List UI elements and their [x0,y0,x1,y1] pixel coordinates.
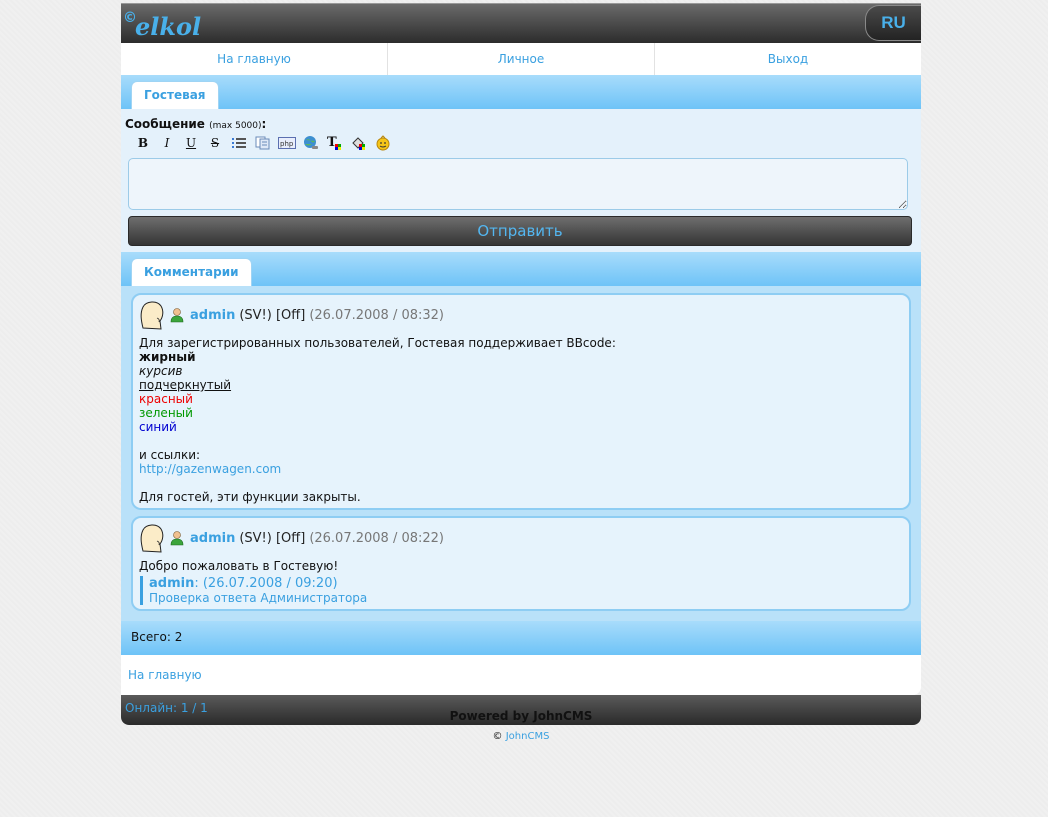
nav-logout-link[interactable]: Выход [655,43,921,75]
message-textarea[interactable] [128,158,908,210]
copyright-link[interactable]: JohnCMS [506,731,550,742]
background-color-icon[interactable] [347,134,371,152]
url-icon[interactable] [299,134,323,152]
guestbook-tabbar: Гостевая [121,75,921,109]
svg-text:elkol: elkol [135,12,201,40]
avatar-icon [140,301,164,330]
bold-icon[interactable]: B [131,134,155,152]
post-text-closing: Для гостей, эти функции закрыты. [139,490,361,504]
post-body: Для зарегистрированных пользователей, Го… [137,336,903,504]
top-nav: На главную Личное Выход [121,43,921,75]
post-text: Добро пожаловать в Гостевую! [139,559,339,573]
post-header: admin (SV!) [Off] (26.07.2008 / 08:22) [137,521,903,555]
comments-tabbar: Комментарии [121,252,921,286]
nav-home-link[interactable]: На главную [121,43,388,75]
underline-icon[interactable]: U [179,134,203,152]
post-username[interactable]: admin [190,531,235,546]
language-switch-button[interactable]: RU [865,5,921,41]
total-count: Всего: 2 [121,621,921,655]
svg-text:php: php [280,140,294,148]
post-text-bold: жирный [139,350,196,364]
text-color-icon[interactable]: T [323,134,347,152]
home-link-box: На главную [121,655,921,695]
message-limit: (max 5000) [209,121,262,131]
reply-text: Проверка ответа Администратора [149,591,368,605]
italic-icon[interactable]: I [155,134,179,152]
comments-list: admin (SV!) [Off] (26.07.2008 / 08:32) Д… [121,286,921,621]
home-link[interactable]: На главную [128,668,202,682]
comment-post: admin (SV!) [Off] (26.07.2008 / 08:32) Д… [131,293,911,510]
post-text-red: красный [139,392,193,406]
post-date: (26.07.2008 / 08:22) [309,530,444,546]
site-logo[interactable]: © elkol [123,8,223,40]
powered-by: Powered by JohnCMS [449,709,593,723]
post-text-intro: Для зарегистрированных пользователей, Го… [139,336,616,350]
php-code-icon[interactable]: php [275,134,299,152]
bbcode-toolbar: B I U S php T [131,134,917,152]
post-text-italic: курсив [139,364,183,378]
user-icon [170,531,184,546]
quote-icon[interactable] [251,134,275,152]
message-form: Сообщение (max 5000): B I U S php T Отпр… [121,109,921,252]
reply-date: : (26.07.2008 / 09:20) [194,576,338,591]
header: © elkol RU [121,3,921,43]
list-icon[interactable] [227,134,251,152]
post-body: Добро пожаловать в Гостевую! admin: (26.… [137,559,903,605]
message-label: Сообщение (max 5000): [125,117,267,131]
post-user-status: (SV!) [Off] [239,530,306,546]
comment-post: admin (SV!) [Off] (26.07.2008 / 08:22) Д… [131,516,911,611]
post-username[interactable]: admin [190,308,235,323]
post-text-links: и ссылки: [139,448,201,462]
avatar-icon [140,524,164,553]
strike-icon[interactable]: S [203,134,227,152]
nav-personal-link[interactable]: Личное [388,43,655,75]
copyright: © JohnCMS [492,731,550,742]
tab-comments[interactable]: Комментарии [131,258,252,286]
post-text-underline: подчеркнутый [139,378,232,392]
reply-author: admin [149,576,195,591]
post-date: (26.07.2008 / 08:32) [309,307,444,323]
tab-guestbook[interactable]: Гостевая [131,81,219,109]
post-user-status: (SV!) [Off] [239,307,306,323]
submit-button[interactable]: Отправить [128,216,912,246]
user-icon [170,308,184,323]
post-header: admin (SV!) [Off] (26.07.2008 / 08:32) [137,298,903,332]
smiley-icon[interactable] [371,134,395,152]
admin-reply: admin: (26.07.2008 / 09:20) Проверка отв… [140,576,903,605]
post-link[interactable]: http://gazenwagen.com [139,462,281,476]
page-container: © elkol RU На главную Личное Выход Госте… [121,3,921,725]
post-text-blue: синий [139,420,177,434]
post-text-green: зеленый [139,406,193,420]
